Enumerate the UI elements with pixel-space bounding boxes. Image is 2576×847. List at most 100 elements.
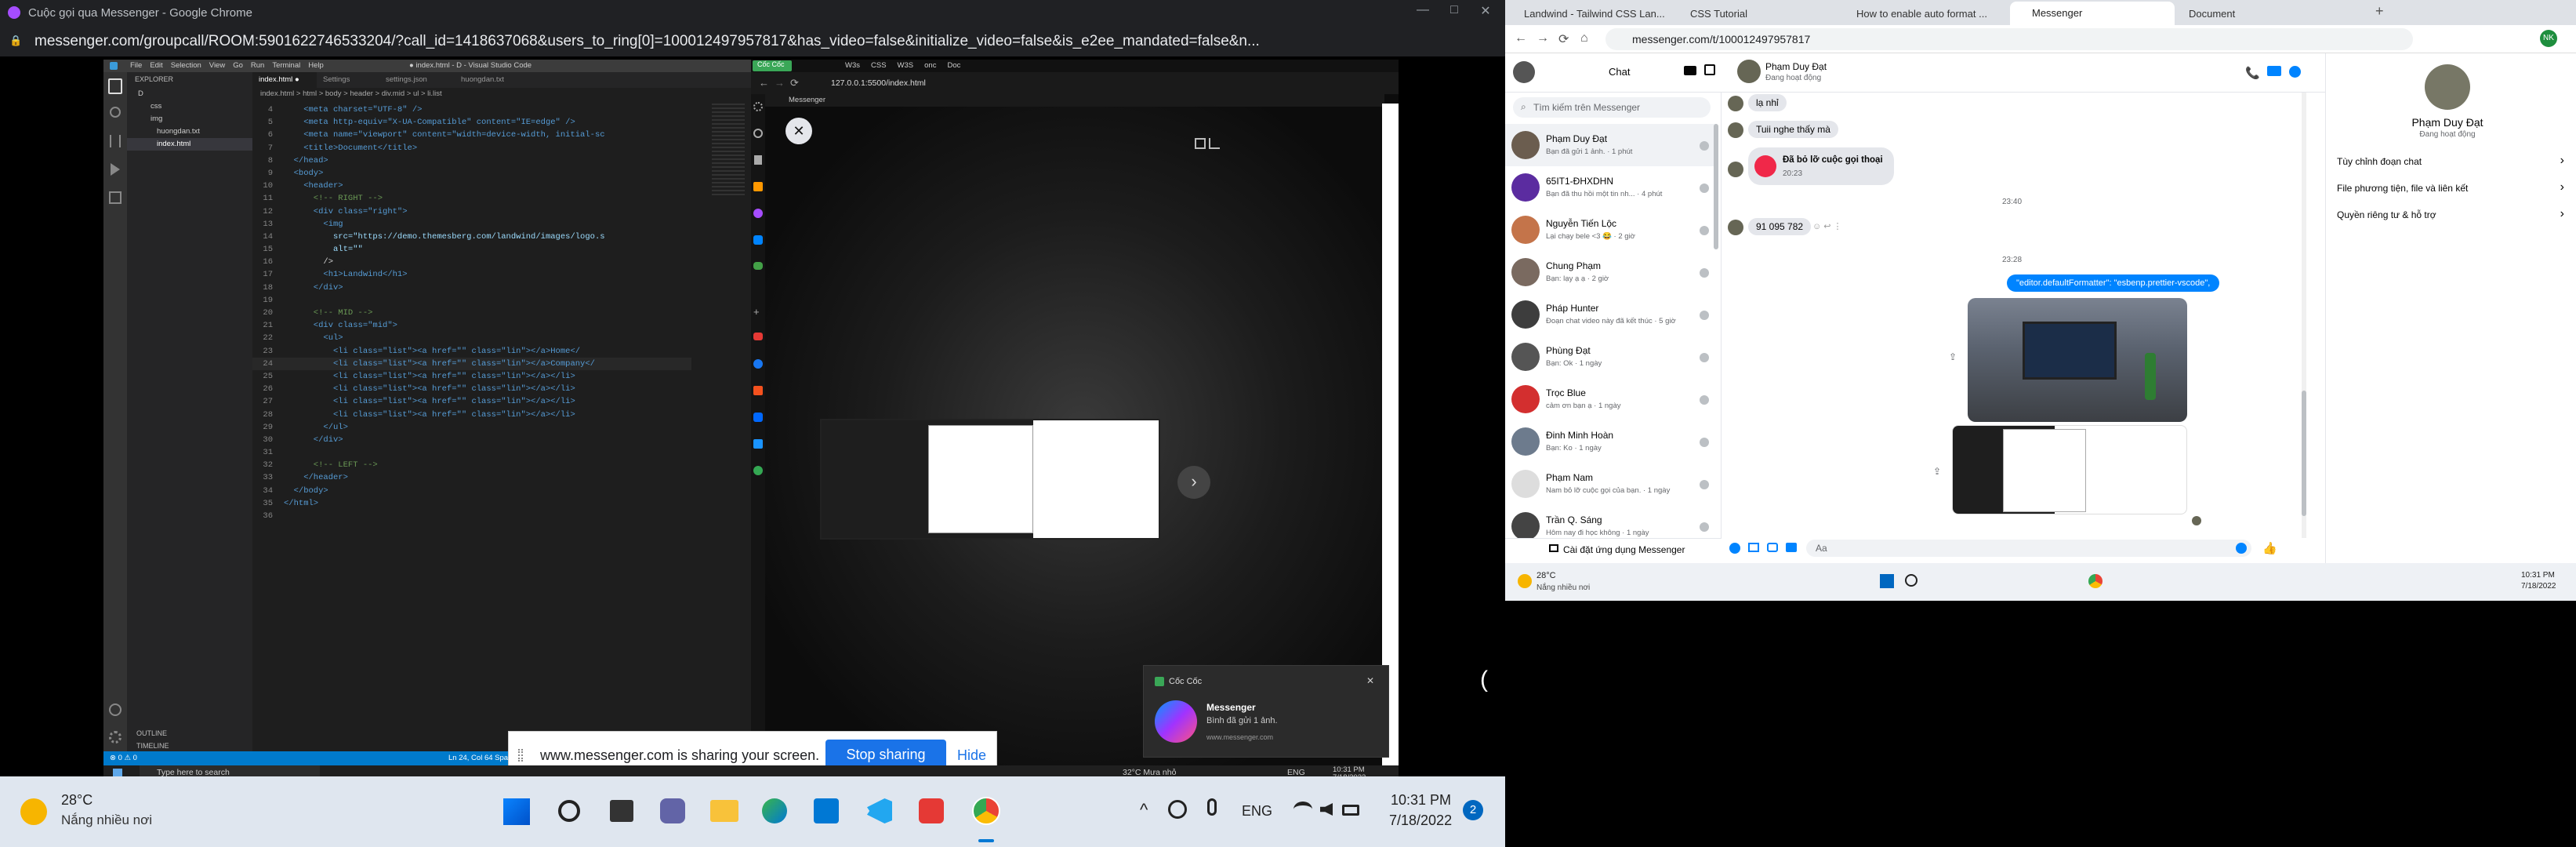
contact-avatar-top[interactable] bbox=[1737, 60, 1761, 83]
profile-avatar-large[interactable] bbox=[2425, 64, 2470, 110]
right-chrome-icon[interactable] bbox=[2088, 574, 2103, 588]
notification-badge[interactable]: 2 bbox=[1463, 800, 1483, 820]
tab-auto-format[interactable]: How to enable auto format ... bbox=[1844, 3, 2008, 25]
coccoc-tab-3[interactable]: W3S bbox=[898, 61, 914, 70]
code-line[interactable]: 8 </head> bbox=[252, 154, 691, 167]
manage-gear-icon[interactable] bbox=[109, 731, 122, 743]
code-line[interactable]: 22 <ul> bbox=[252, 332, 691, 344]
explorer-icon[interactable] bbox=[108, 78, 122, 94]
conversation-item[interactable]: Phạm Duy Đạt Bạn đã gửi 1 ảnh. · 1 phút bbox=[1505, 124, 1717, 166]
forward-icon[interactable]: → bbox=[775, 77, 785, 89]
install-app-link[interactable]: Cài đặt ứng dụng Messenger bbox=[1505, 538, 1722, 560]
tray-chevron-up-icon[interactable]: ^ bbox=[1140, 800, 1148, 820]
right-search-icon[interactable] bbox=[1905, 574, 1917, 587]
vscode-taskbar-icon[interactable] bbox=[867, 798, 892, 823]
conversation-item[interactable]: Nguyễn Tiến Lộc Lại chạy bele <3 😂 · 2 gi… bbox=[1505, 209, 1717, 251]
wifi-icon[interactable] bbox=[1293, 802, 1312, 817]
tab-document[interactable]: Document bbox=[2176, 3, 2341, 25]
chat-search[interactable]: ⌕ Tìm kiếm trên Messenger bbox=[1513, 97, 1711, 118]
extensions-icon[interactable] bbox=[109, 191, 122, 204]
status-problems[interactable]: ⊗ 0 ⚠ 0 bbox=[110, 754, 137, 762]
conversation-item[interactable]: Chung Phạm Bạn: lạy ạ ạ · 2 giờ bbox=[1505, 251, 1717, 293]
code-editor[interactable]: 4 <meta charset="UTF-8" /> 5 <meta http-e… bbox=[252, 104, 691, 731]
code-line[interactable]: 29 </ul> bbox=[252, 421, 691, 434]
code-line[interactable]: 18 </div> bbox=[252, 282, 691, 294]
coccoc-tab-4[interactable]: onc bbox=[924, 61, 936, 70]
sent-photo-2[interactable] bbox=[1952, 425, 2187, 514]
edge-icon[interactable] bbox=[762, 798, 787, 823]
search-icon[interactable] bbox=[110, 107, 121, 118]
shop-icon[interactable] bbox=[753, 386, 763, 395]
code-line[interactable]: 25 <li class="list"><a href="" class="li… bbox=[252, 370, 691, 383]
new-tab-button[interactable]: + bbox=[2375, 3, 2384, 20]
right-forward-icon[interactable]: → bbox=[1537, 31, 1549, 45]
back-icon[interactable]: ← bbox=[759, 77, 769, 89]
settings-icon[interactable] bbox=[753, 102, 763, 111]
tab-messenger[interactable]: Messenger bbox=[2010, 2, 2175, 25]
code-line[interactable]: 31 bbox=[252, 446, 691, 459]
code-line[interactable]: 17 <h1>Landwind</h1> bbox=[252, 268, 691, 281]
code-line[interactable]: 6 <meta name="viewport" content="width=d… bbox=[252, 129, 691, 141]
code-line[interactable]: 19 bbox=[252, 294, 691, 307]
right-home-icon[interactable]: ⌂ bbox=[1580, 31, 1588, 45]
audio-call-icon[interactable]: 📞 bbox=[2245, 66, 2260, 80]
sent-photo-1[interactable] bbox=[1968, 298, 2187, 422]
conversation-item[interactable]: Đinh Minh Hoàn Bạn: Ko · 1 ngày bbox=[1505, 420, 1717, 463]
code-line[interactable]: 13 <img bbox=[252, 218, 691, 231]
message-bubble-2[interactable]: Tuii nghe thấy mà bbox=[1748, 121, 1838, 138]
conversation-item[interactable]: Trần Q. Sáng Hôm nay đi học không · 1 ngà… bbox=[1505, 505, 1717, 543]
code-line[interactable]: 30 </div> bbox=[252, 434, 691, 446]
right-start-icon[interactable] bbox=[1880, 574, 1894, 588]
tab-css-tutorial[interactable]: CSS Tutorial bbox=[1678, 3, 1842, 25]
composer-gif-icon[interactable] bbox=[1786, 543, 1797, 552]
video-call-icon[interactable] bbox=[1684, 66, 1696, 75]
code-line[interactable]: 28 <li class="list"><a href="" class="li… bbox=[252, 409, 691, 421]
maximize-button[interactable]: □ bbox=[1442, 3, 1466, 20]
add-icon[interactable]: + bbox=[753, 306, 760, 318]
chat-list-scrollbar[interactable] bbox=[1714, 124, 1718, 249]
coccoc-tab-5[interactable]: Doc bbox=[947, 61, 960, 70]
code-line[interactable]: 14 src="https://demo.themesberg.com/land… bbox=[252, 231, 691, 243]
conversation-item[interactable]: 65IT1-ĐHXDHN Bạn đã thu hồi một tin nh...… bbox=[1505, 166, 1717, 209]
right-temp[interactable]: 28°C bbox=[1537, 571, 1556, 580]
profile-avatar[interactable]: NK bbox=[2540, 30, 2557, 47]
breadcrumb[interactable]: index.html > html > body > header > div.… bbox=[260, 89, 442, 98]
drag-handle-icon[interactable] bbox=[518, 749, 523, 762]
menu-edit[interactable]: Edit bbox=[150, 61, 162, 70]
conversation-item[interactable]: Phùng Đạt Bạn: Ok · 1 ngày bbox=[1505, 336, 1717, 378]
option-customize-chat[interactable]: Tùy chỉnh đoạn chat › bbox=[2337, 154, 2564, 171]
menu-selection[interactable]: Selection bbox=[171, 61, 201, 70]
bookmark-icon[interactable] bbox=[754, 155, 762, 165]
tab-index-html[interactable]: index.html ● bbox=[252, 72, 317, 88]
account-icon[interactable] bbox=[109, 703, 122, 716]
message-bubble-1[interactable]: lạ nhỉ bbox=[1748, 94, 1787, 111]
games-icon[interactable] bbox=[753, 262, 763, 270]
code-line[interactable]: 4 <meta charset="UTF-8" /> bbox=[252, 104, 691, 116]
battery-icon[interactable] bbox=[1342, 805, 1359, 816]
code-line[interactable]: 27 <li class="list"><a href="" class="li… bbox=[252, 395, 691, 408]
code-line[interactable]: 26 <li class="list"><a href="" class="li… bbox=[252, 383, 691, 395]
code-line[interactable]: 24 <li class="list"><a href="" class="li… bbox=[252, 357, 691, 370]
taskbar-lang[interactable]: ENG bbox=[1242, 803, 1272, 820]
right-reload-icon[interactable]: ⟳ bbox=[1558, 31, 1569, 47]
code-line[interactable]: 12 <div class="right"> bbox=[252, 205, 691, 218]
hide-share-bar-button[interactable]: Hide bbox=[957, 747, 986, 764]
sent-message-bubble[interactable]: "editor.defaultFormatter": "esbenp.prett… bbox=[2007, 274, 2220, 292]
code-line[interactable]: 7 <title>Document</title> bbox=[252, 142, 691, 154]
composer-sticker-icon[interactable] bbox=[1767, 543, 1778, 552]
menu-view[interactable]: View bbox=[209, 61, 225, 70]
composer-plus-icon[interactable] bbox=[1729, 543, 1740, 554]
microphone-icon[interactable] bbox=[1207, 798, 1217, 816]
teams-chat-icon[interactable] bbox=[660, 798, 685, 823]
timeline-section[interactable]: TIMELINE bbox=[136, 742, 169, 750]
taskbar-temp[interactable]: 28°C bbox=[61, 792, 93, 809]
conversation-item[interactable]: Phạm Nam Nam bỏ lỡ cuộc gọi của bạn. · 1 … bbox=[1505, 463, 1717, 505]
next-image-button[interactable]: › bbox=[1177, 466, 1210, 499]
menu-help[interactable]: Help bbox=[308, 61, 324, 70]
file-explorer-icon[interactable] bbox=[710, 800, 738, 822]
outline-section[interactable]: OUTLINE bbox=[136, 729, 167, 737]
taskbar-time[interactable]: 10:31 PM bbox=[1391, 792, 1451, 809]
crown-icon[interactable] bbox=[753, 182, 763, 191]
code-line[interactable]: 11 <!-- RIGHT --> bbox=[252, 192, 691, 205]
tab-settings[interactable]: Settings bbox=[317, 72, 379, 88]
